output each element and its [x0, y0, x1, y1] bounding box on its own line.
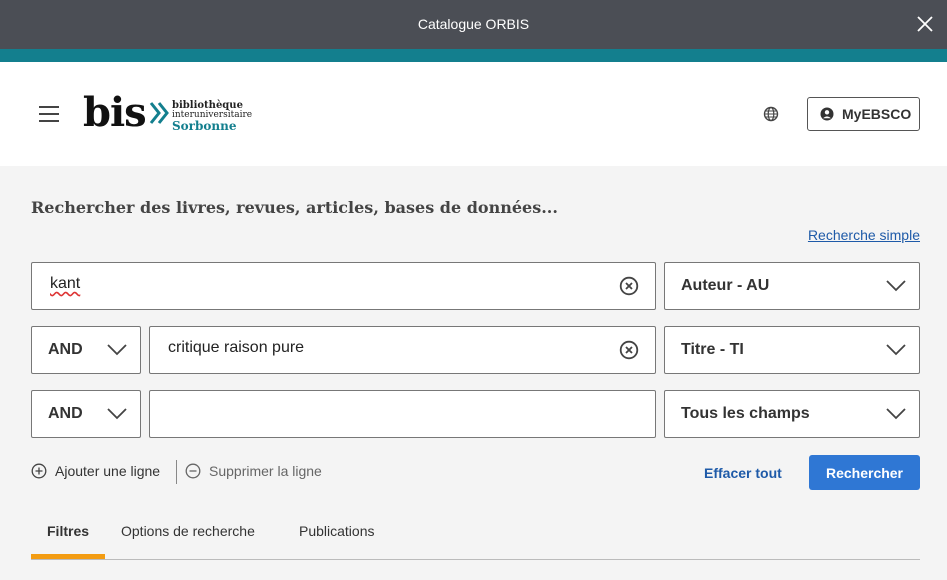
user-icon [820, 107, 834, 121]
action-divider [176, 460, 177, 484]
add-line-label: Ajouter une ligne [55, 463, 161, 479]
operator-select-2[interactable]: AND [31, 326, 141, 374]
close-icon[interactable] [915, 14, 935, 34]
clear-icon[interactable] [619, 340, 639, 360]
search-input-1[interactable]: kant [31, 262, 656, 310]
accent-bar [0, 49, 947, 62]
chevron-down-icon [886, 280, 906, 292]
field-select-1-value: Auteur - AU [681, 277, 770, 294]
window-title: Catalogue ORBIS [417, 16, 530, 32]
operator-select-3-value: AND [48, 405, 83, 422]
chevron-down-icon [886, 408, 906, 420]
active-tab-indicator [31, 554, 105, 559]
field-select-1[interactable]: Auteur - AU [664, 262, 920, 310]
window-titlebar: Catalogue ORBIS [0, 0, 947, 49]
search-input-1-value: kant [50, 275, 81, 292]
menu-icon[interactable] [39, 106, 59, 122]
logo-line-3: Sorbonne [172, 119, 237, 133]
operator-select-2-value: AND [48, 341, 83, 358]
search-input-2-value: critique raison pure [168, 339, 305, 356]
operator-select-3[interactable]: AND [31, 390, 141, 438]
logo-text: bis [83, 89, 147, 136]
myebsco-label: MyEBSCO [842, 106, 912, 122]
chevron-down-icon [886, 344, 906, 356]
search-button[interactable]: Rechercher [809, 455, 920, 490]
tab-filtres[interactable]: Filtres [47, 523, 89, 539]
site-header: bis bibliothèque interuniversitaire Sorb… [0, 62, 947, 166]
globe-icon[interactable] [763, 106, 779, 122]
add-line-button[interactable]: Ajouter une ligne [31, 463, 160, 479]
clear-all-button[interactable]: Effacer tout [704, 465, 782, 481]
plus-circle-icon [31, 463, 47, 479]
clear-icon[interactable] [619, 276, 639, 296]
search-input-2[interactable]: critique raison pure [149, 326, 656, 374]
tab-bar: Filtres Options de recherche Publication… [31, 510, 920, 560]
field-select-3-value: Tous les champs [681, 405, 810, 422]
field-select-2[interactable]: Titre - TI [664, 326, 920, 374]
simple-search-link[interactable]: Recherche simple [808, 227, 920, 243]
field-select-3[interactable]: Tous les champs [664, 390, 920, 438]
chevron-down-icon [107, 344, 127, 356]
field-select-2-value: Titre - TI [681, 341, 744, 358]
chevron-down-icon [107, 408, 127, 420]
search-heading: Rechercher des livres, revues, articles,… [31, 198, 558, 217]
logo-chevron-icon [149, 102, 169, 124]
remove-line-label: Supprimer la ligne [209, 463, 322, 479]
search-input-3[interactable] [149, 390, 656, 438]
tab-publications[interactable]: Publications [299, 523, 375, 539]
myebsco-button[interactable]: MyEBSCO [807, 97, 920, 131]
remove-line-button[interactable]: Supprimer la ligne [185, 463, 322, 479]
minus-circle-icon [185, 463, 201, 479]
tab-options-de-recherche[interactable]: Options de recherche [121, 523, 255, 539]
